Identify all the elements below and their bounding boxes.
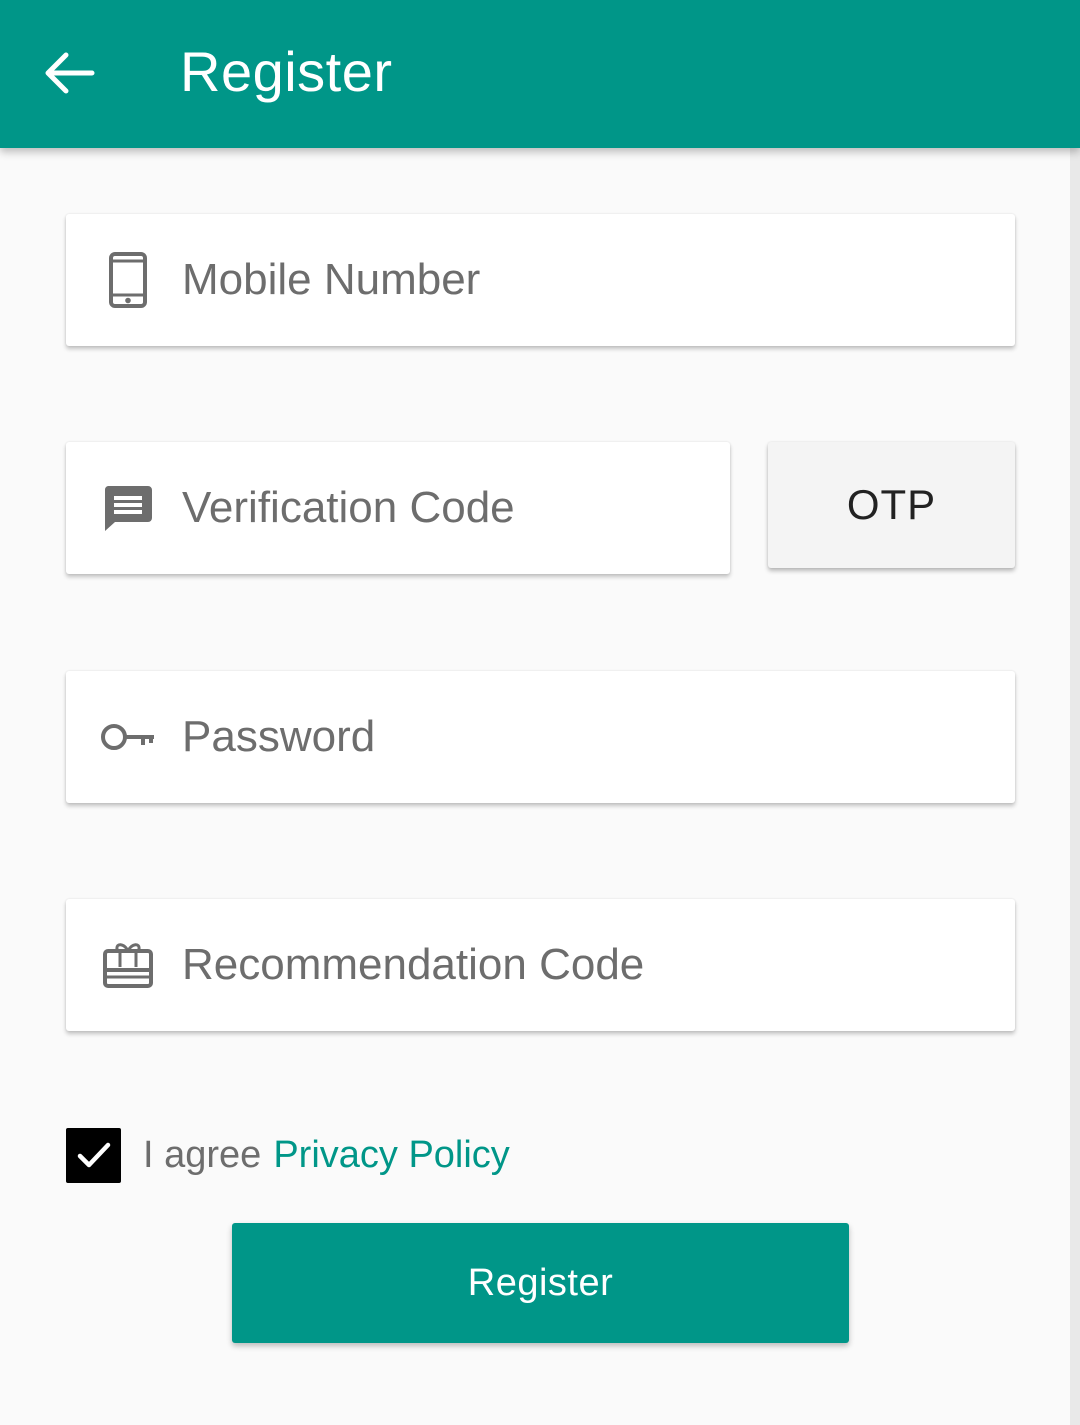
- recommendation-code-placeholder: Recommendation Code: [182, 940, 645, 989]
- recommendation-code-field[interactable]: Recommendation Code: [66, 899, 1015, 1031]
- register-button[interactable]: Register: [232, 1223, 849, 1343]
- mobile-number-field[interactable]: Mobile Number: [66, 214, 1015, 346]
- password-placeholder: Password: [182, 712, 376, 761]
- privacy-policy-link[interactable]: Privacy Policy: [273, 1134, 510, 1177]
- back-button[interactable]: [30, 38, 106, 108]
- arrow-left-icon: [45, 52, 95, 94]
- phone-icon: [100, 250, 156, 310]
- agree-checkbox[interactable]: [66, 1127, 121, 1183]
- verification-code-placeholder: Verification Code: [182, 483, 515, 532]
- message-icon: [100, 478, 156, 538]
- key-icon: [100, 707, 156, 767]
- otp-button[interactable]: OTP: [768, 442, 1015, 568]
- gift-card-icon: [100, 935, 156, 995]
- checkmark-icon: [77, 1142, 110, 1168]
- otp-button-label: OTP: [846, 481, 937, 528]
- verification-code-field[interactable]: Verification Code: [66, 442, 730, 574]
- app-bar: Register: [0, 0, 1080, 148]
- agreement-row: I agree Privacy Policy: [66, 1127, 510, 1183]
- password-field[interactable]: Password: [66, 671, 1015, 803]
- mobile-number-placeholder: Mobile Number: [182, 255, 481, 304]
- register-button-label: Register: [467, 1261, 614, 1304]
- page-title: Register: [180, 40, 393, 103]
- agree-text: I agree: [143, 1133, 262, 1176]
- register-screen: Register Mobile Number Verification Code: [0, 0, 1080, 1425]
- scroll-edge: [1070, 148, 1080, 1425]
